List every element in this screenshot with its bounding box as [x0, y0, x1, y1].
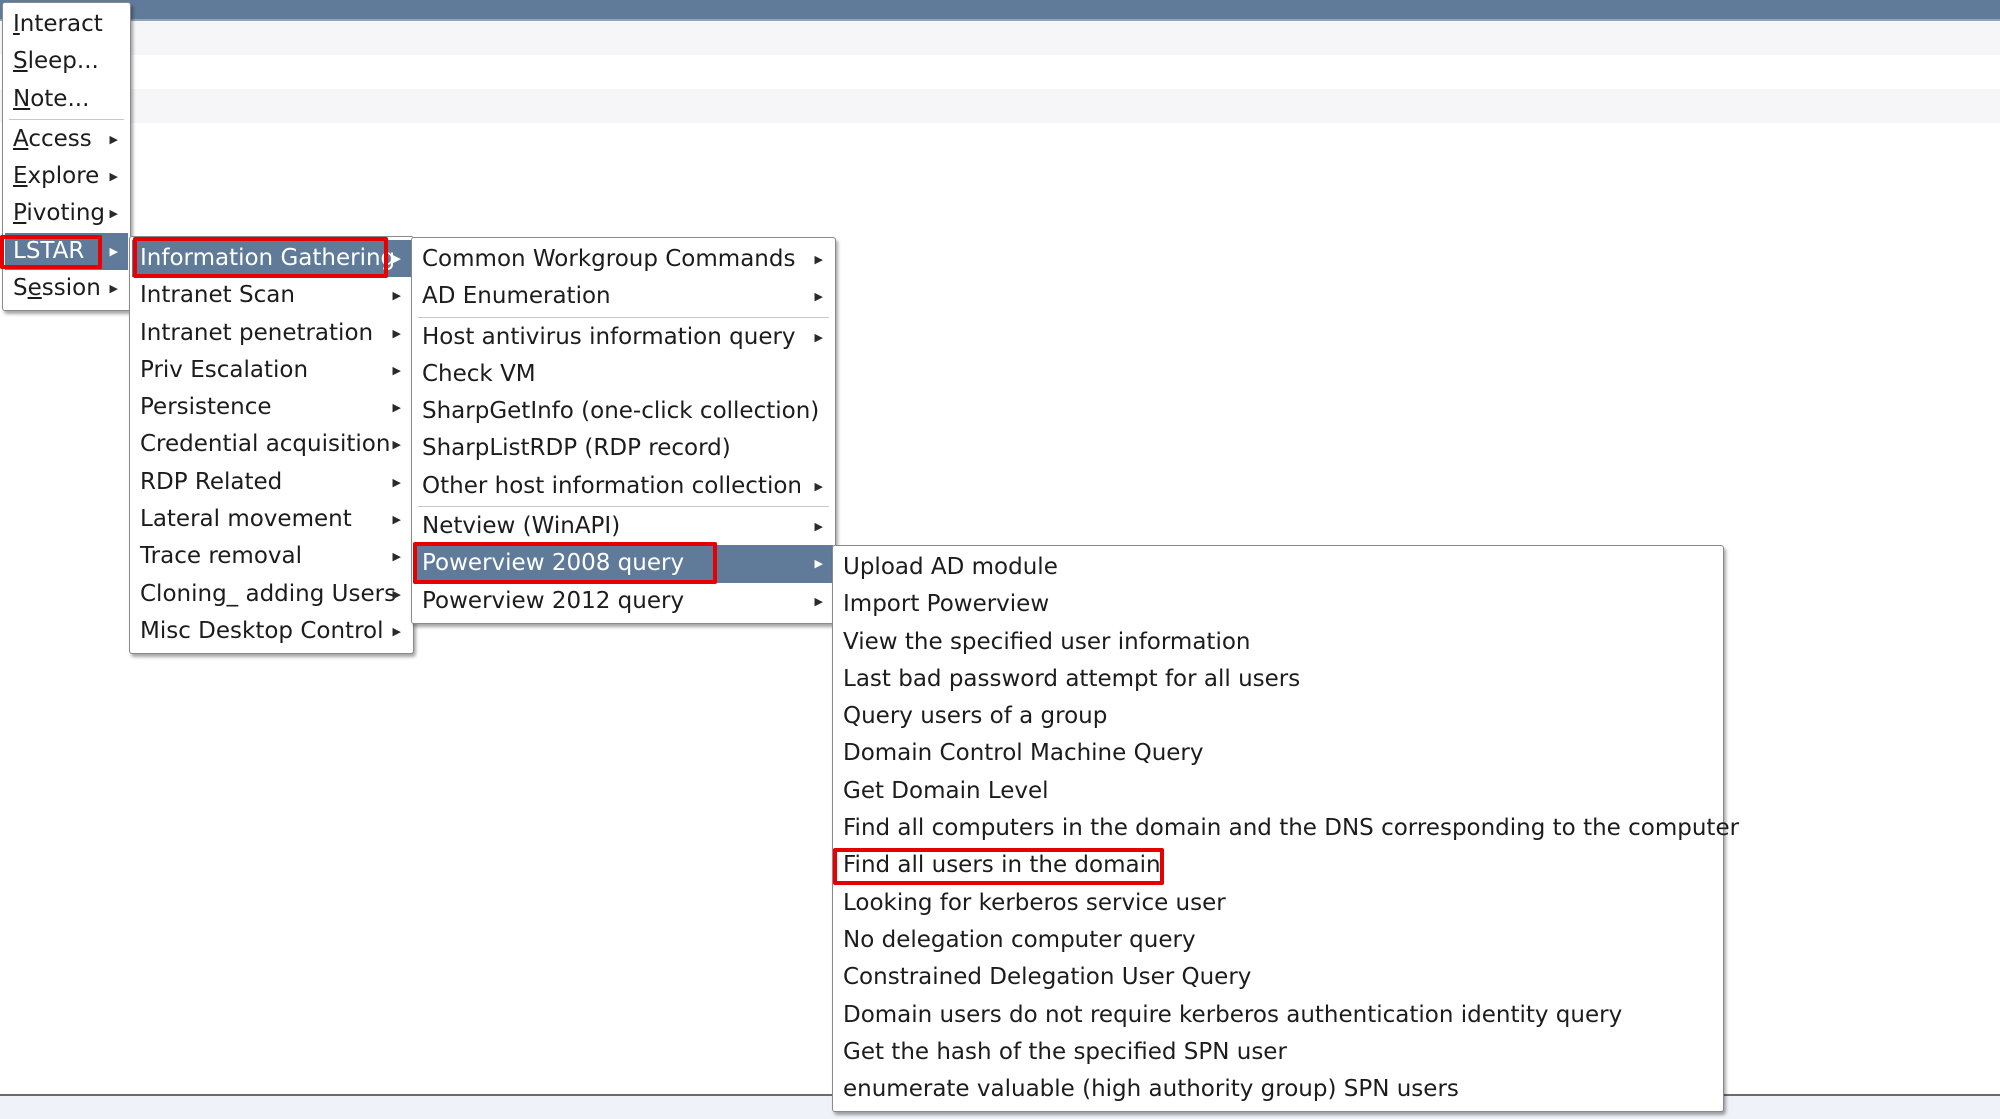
menu-item-information-gathering[interactable]: Information Gathering ▶: [132, 240, 411, 278]
table-header-bar: [0, 0, 2000, 21]
menu-item-upload-ad-module[interactable]: Upload AD module: [835, 549, 1721, 586]
menu-item-explore[interactable]: Explore ▶: [5, 158, 128, 195]
menu-item-no-kerberos-preauth[interactable]: Domain users do not require kerberos aut…: [835, 997, 1721, 1034]
menu-item-access[interactable]: Access ▶: [5, 121, 128, 158]
session-row[interactable]: Interactive: [0, 83, 2000, 123]
menu-item-get-domain-level[interactable]: Get Domain Level: [835, 773, 1721, 810]
submenu-arrow-icon: ▶: [392, 438, 401, 452]
submenu-arrow-icon: ▶: [392, 289, 401, 303]
menu-item-lateral-movement[interactable]: Lateral movement ▶: [132, 501, 411, 538]
submenu-arrow-icon: ▶: [109, 244, 118, 258]
menu-item-find-all-users[interactable]: Find all users in the domain: [835, 847, 1721, 884]
submenu-arrow-icon: ▶: [392, 624, 401, 638]
menu-item-interact[interactable]: Interact: [5, 6, 128, 43]
menu-item-intranet-penetration[interactable]: Intranet penetration ▶: [132, 315, 411, 352]
menu-separator: [9, 118, 124, 120]
menu-item-rdp-related[interactable]: RDP Related ▶: [132, 464, 411, 501]
menu-item-import-powerview[interactable]: Import Powerview: [835, 586, 1721, 623]
session-row[interactable]: Interactive: [0, 49, 2000, 89]
menu-item-view-user-info[interactable]: View the specified user information: [835, 624, 1721, 661]
menu-item-find-all-computers[interactable]: Find all computers in the domain and the…: [835, 810, 1739, 847]
menu-item-enumerate-spn-users[interactable]: enumerate valuable (high authority group…: [835, 1071, 1721, 1108]
menu-item-sharplistrdp[interactable]: SharpListRDP (RDP record): [414, 430, 833, 467]
menu-item-powerview-2008[interactable]: Powerview 2008 query ▶: [414, 545, 833, 583]
submenu-arrow-icon: ▶: [392, 326, 401, 340]
menu-item-credential-acquisition[interactable]: Credential acquisition ▶: [132, 426, 411, 463]
submenu-arrow-icon: ▶: [814, 290, 823, 304]
menu-item-query-group-users[interactable]: Query users of a group: [835, 698, 1721, 735]
submenu-arrow-icon: ▶: [392, 550, 401, 564]
submenu-arrow-icon: ▶: [392, 475, 401, 489]
submenu-arrow-icon: ▶: [392, 252, 401, 265]
menu-item-constrained-delegation[interactable]: Constrained Delegation User Query: [835, 959, 1721, 996]
menu-item-ad-enumeration[interactable]: AD Enumeration ▶: [414, 278, 833, 315]
context-menu: Interact Sleep... Note... Access ▶ Explor…: [2, 2, 131, 312]
menu-separator: [418, 316, 829, 318]
submenu-arrow-icon: ▶: [392, 513, 401, 527]
submenu-arrow-icon: ▶: [109, 207, 118, 221]
submenu-arrow-icon: ▶: [109, 132, 118, 146]
menu-separator: [418, 506, 829, 508]
submenu-arrow-icon: ▶: [814, 557, 823, 571]
menu-item-other-host-info[interactable]: Other host information collection ▶: [414, 468, 833, 505]
menu-item-netview[interactable]: Netview (WinAPI) ▶: [414, 508, 833, 545]
menu-item-cloning-adding-users[interactable]: Cloning_ adding Users ▶: [132, 576, 411, 613]
menu-item-domain-control-query[interactable]: Domain Control Machine Query: [835, 735, 1721, 772]
menu-item-powerview-2012[interactable]: Powerview 2012 query ▶: [414, 583, 833, 620]
menu-item-sharpgetinfo[interactable]: SharpGetInfo (one-click collection): [414, 393, 833, 430]
submenu-arrow-icon: ▶: [814, 520, 823, 534]
menu-item-no-delegation-computer[interactable]: No delegation computer query: [835, 922, 1721, 959]
submenu-arrow-icon: ▶: [109, 282, 118, 296]
submenu-arrow-icon: ▶: [814, 253, 823, 266]
menu-item-priv-escalation[interactable]: Priv Escalation ▶: [132, 352, 411, 389]
menu-item-misc-desktop-control[interactable]: Misc Desktop Control ▶: [132, 613, 411, 650]
submenu-arrow-icon: ▶: [814, 594, 823, 608]
menu-item-lstar[interactable]: LSTAR ▶: [5, 232, 128, 271]
session-row[interactable]: Interactive: [0, 15, 2000, 55]
menu-item-check-vm[interactable]: Check VM: [414, 356, 833, 393]
menu-item-last-bad-password[interactable]: Last bad password attempt for all users: [835, 661, 1721, 698]
submenu-arrow-icon: ▶: [392, 363, 401, 377]
submenu-arrow-icon: ▶: [392, 401, 401, 415]
lstar-submenu: Information Gathering ▶ Intranet Scan ▶ In…: [129, 236, 414, 655]
menu-item-pivoting[interactable]: Pivoting ▶: [5, 195, 128, 232]
menu-item-persistence[interactable]: Persistence ▶: [132, 389, 411, 426]
menu-item-common-workgroup-commands[interactable]: Common Workgroup Commands ▶: [414, 241, 833, 278]
submenu-arrow-icon: ▶: [814, 479, 823, 493]
submenu-arrow-icon: ▶: [814, 330, 823, 344]
submenu-arrow-icon: ▶: [109, 170, 118, 184]
menu-item-kerberos-service-user[interactable]: Looking for kerberos service user: [835, 885, 1721, 922]
submenu-arrow-icon: ▶: [392, 587, 401, 601]
powerview-2008-submenu: Upload AD module Import Powerview View t…: [832, 545, 1739, 1113]
menu-item-sleep[interactable]: Sleep...: [5, 43, 128, 80]
menu-item-spn-user-hash[interactable]: Get the hash of the specified SPN user: [835, 1034, 1721, 1071]
menu-item-host-antivirus-query[interactable]: Host antivirus information query ▶: [414, 319, 833, 356]
menu-item-session[interactable]: Session ▶: [5, 270, 128, 307]
information-gathering-submenu: Common Workgroup Commands ▶ AD Enumeratio…: [411, 237, 836, 624]
menu-item-note[interactable]: Note...: [5, 81, 128, 118]
menu-item-intranet-scan[interactable]: Intranet Scan ▶: [132, 277, 411, 314]
menu-item-trace-removal[interactable]: Trace removal ▶: [132, 538, 411, 575]
